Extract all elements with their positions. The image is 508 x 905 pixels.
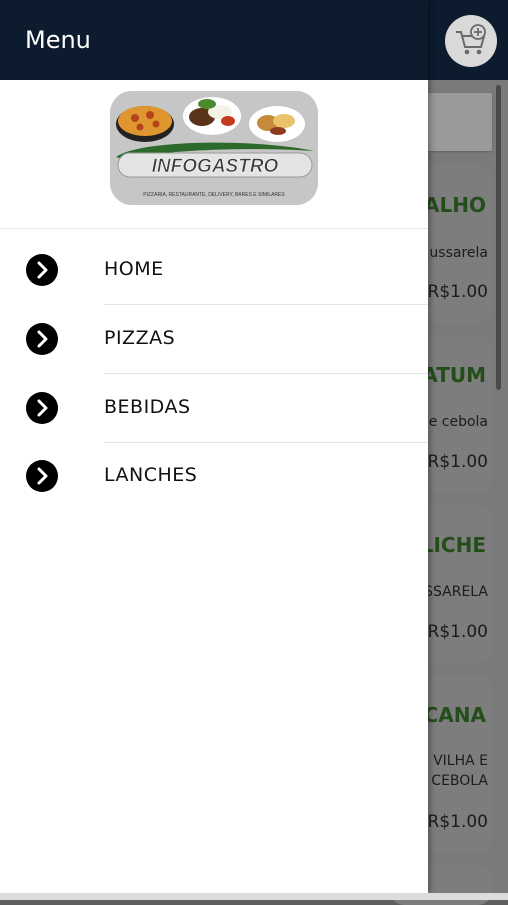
menu-item-home[interactable]: HOME bbox=[0, 237, 428, 305]
drawer-divider bbox=[0, 228, 428, 229]
chevron-right-icon bbox=[26, 392, 58, 424]
menu-item-label: PIZZAS bbox=[104, 327, 176, 349]
chevron-right-icon bbox=[26, 254, 58, 286]
add-to-cart-icon bbox=[456, 24, 486, 55]
menu-divider bbox=[104, 373, 428, 374]
menu-divider bbox=[104, 304, 428, 305]
add-to-cart-button[interactable] bbox=[445, 15, 497, 67]
bottom-edge bbox=[0, 893, 508, 900]
product-price: R$1.00 bbox=[427, 282, 488, 302]
menu-item-pizzas[interactable]: PIZZAS bbox=[0, 306, 428, 374]
menu-item-bebidas[interactable]: BEBIDAS bbox=[0, 375, 428, 443]
drawer-title: Menu bbox=[25, 26, 91, 54]
svg-text:PIZZARIA, RESTAURANTE, DELIVER: PIZZARIA, RESTAURANTE, DELIVERY, BARES E… bbox=[143, 192, 285, 198]
svg-text:INFOGASTRO: INFOGASTRO bbox=[152, 156, 279, 177]
chevron-right-icon bbox=[26, 323, 58, 355]
product-description: SSARELA bbox=[424, 584, 488, 600]
menu-item-label: HOME bbox=[104, 258, 164, 280]
menu-item-label: BEBIDAS bbox=[104, 396, 191, 418]
product-title: ALHO bbox=[424, 193, 486, 217]
drawer-header: Menu bbox=[0, 0, 428, 80]
product-price: R$1.00 bbox=[427, 812, 488, 832]
chevron-right-icon bbox=[26, 460, 58, 492]
product-description: e cebola bbox=[428, 414, 488, 430]
product-description: ussarela bbox=[429, 245, 488, 261]
product-description: VILHA E bbox=[433, 753, 488, 769]
product-title: LICHE bbox=[420, 533, 486, 557]
infogastro-logo: INFOGASTRO PIZZARIA, RESTAURANTE, DELIVE… bbox=[110, 91, 318, 205]
scrollbar[interactable] bbox=[496, 85, 501, 390]
navigation-drawer: Menu INFOGASTRO PIZZARIA, RESTAURANTE, D… bbox=[0, 0, 428, 893]
product-description: CEBOLA bbox=[431, 773, 488, 789]
product-price: R$1.00 bbox=[427, 622, 488, 642]
product-price: R$1.00 bbox=[427, 452, 488, 472]
product-title: ATUM bbox=[422, 363, 486, 387]
menu-item-lanches[interactable]: LANCHES bbox=[0, 443, 428, 511]
menu-item-label: LANCHES bbox=[104, 464, 198, 486]
search-field[interactable] bbox=[422, 93, 492, 151]
product-title: CANA bbox=[423, 703, 486, 727]
